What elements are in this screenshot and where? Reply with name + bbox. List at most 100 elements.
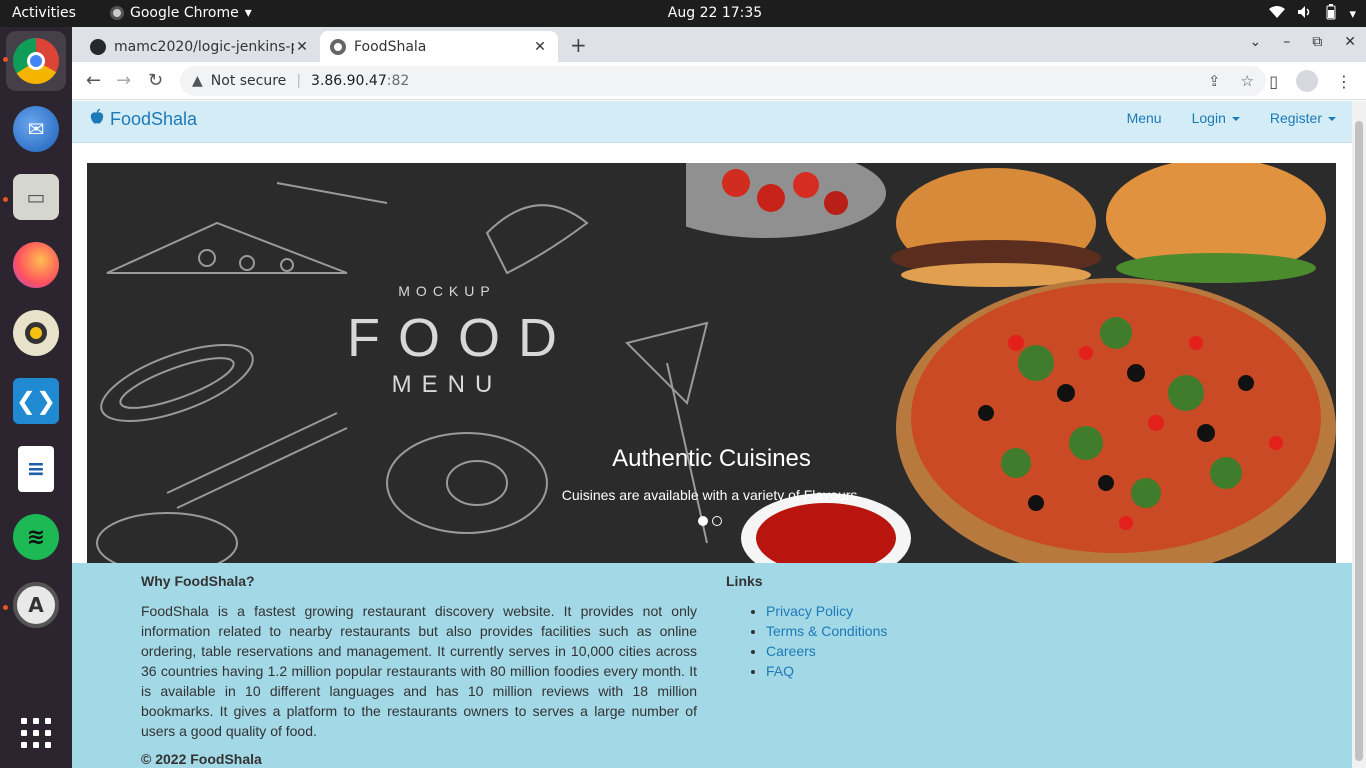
mockup-food: FOOD [347, 308, 575, 368]
minimize-button[interactable]: – [1283, 34, 1290, 50]
dock-spotify[interactable]: ≋ [6, 507, 66, 567]
nav-register-label: Register [1269, 110, 1322, 126]
caret-down-icon [1231, 117, 1240, 122]
firefox-icon [13, 242, 59, 288]
links-title: Links [726, 573, 763, 589]
list-item: Terms & Conditions [766, 621, 887, 641]
tab-title: FoodShala [354, 38, 427, 55]
writer-icon: ≡ [18, 446, 54, 492]
files-icon: ▭ [13, 174, 59, 220]
tab-search-icon[interactable]: ⌄ [1250, 34, 1262, 50]
brand-name: FoodShala [110, 109, 198, 129]
tab-foodshala[interactable]: FoodShala ✕ [320, 31, 558, 62]
carousel-heading: Authentic Cuisines [612, 445, 811, 472]
why-title: Why FoodShala? [141, 573, 255, 589]
why-text: FoodShala is a fastest growing restauran… [141, 603, 697, 739]
vscode-icon: ❮❯ [13, 378, 59, 424]
dock-firefox[interactable] [6, 235, 66, 295]
share-icon[interactable]: ⇪ [1208, 72, 1221, 90]
carousel-dot-2[interactable] [712, 516, 722, 526]
dock-thunderbird[interactable]: ✉ [6, 99, 66, 159]
apps-grid-icon [21, 718, 51, 748]
back-button[interactable]: ← [86, 70, 101, 91]
footer-links-list: Privacy Policy Terms & Conditions Career… [726, 601, 887, 681]
scrollbar-thumb[interactable] [1355, 121, 1363, 761]
wifi-icon [1269, 5, 1286, 23]
divider: | [296, 73, 302, 89]
close-window-button[interactable]: ✕ [1344, 34, 1356, 50]
spotify-icon: ≋ [13, 514, 59, 560]
reload-button[interactable]: ↻ [148, 70, 163, 91]
why-section: Why FoodShala? FoodShala is a fastest gr… [141, 573, 697, 741]
github-icon [90, 38, 106, 55]
site-nav-links: Menu Login Register [1127, 110, 1336, 126]
nav-login-dropdown[interactable]: Login [1192, 110, 1240, 126]
page-viewport: FoodShala Menu Login Register MOCKUP FOO… [72, 101, 1352, 768]
system-tray[interactable]: ▾ [1269, 4, 1356, 24]
carousel-dot-1[interactable] [698, 516, 708, 526]
nav-login-label: Login [1191, 110, 1226, 126]
globe-icon [330, 38, 346, 55]
dock-files[interactable]: ▭ [6, 167, 66, 227]
software-center-icon: A [13, 582, 59, 628]
close-icon[interactable]: ✕ [532, 39, 548, 55]
profile-avatar[interactable] [1296, 70, 1318, 92]
carousel-text: Cuisines are available with a variety of… [561, 487, 862, 503]
privacy-policy-link[interactable]: Privacy Policy [766, 603, 853, 619]
copyright: © 2022 FoodShala [141, 751, 262, 767]
dock-software[interactable]: A [6, 575, 66, 635]
rhythmbox-icon [13, 310, 59, 356]
dock: ✉ ▭ ❮❯ ≡ ≋ A [0, 27, 72, 768]
chrome-icon [13, 38, 59, 84]
list-item: Privacy Policy [766, 601, 887, 621]
terms-link[interactable]: Terms & Conditions [766, 623, 887, 639]
side-panel-icon[interactable]: ▯ [1269, 72, 1278, 91]
links-section: Links Privacy Policy Terms & Conditions … [726, 573, 887, 681]
dock-libreoffice-writer[interactable]: ≡ [6, 439, 66, 499]
nav-register-dropdown[interactable]: Register [1270, 110, 1336, 126]
forward-button[interactable]: → [116, 70, 131, 91]
maximize-button[interactable]: ⧉ [1312, 34, 1322, 50]
mockup-menu: MENU [391, 371, 503, 398]
site-navbar: FoodShala Menu Login Register [72, 101, 1352, 143]
faq-link[interactable]: FAQ [766, 663, 794, 679]
running-indicator [3, 605, 8, 610]
mockup-label: MOCKUP [398, 283, 496, 299]
security-label[interactable]: Not secure [211, 73, 287, 89]
tab-title: mamc2020/logic-jenkins-p [114, 38, 294, 55]
nav-menu-link[interactable]: Menu [1127, 110, 1162, 126]
caret-down-icon [1328, 117, 1336, 122]
page-scrollbar[interactable] [1352, 101, 1366, 768]
running-indicator [3, 57, 8, 62]
address-bar[interactable]: ▲ Not secure | 3.86.90.47:82 ⇪ ☆ [180, 66, 1266, 96]
dock-vscode[interactable]: ❮❯ [6, 371, 66, 431]
list-item: Careers [766, 641, 887, 661]
new-tab-button[interactable]: + [570, 33, 587, 57]
url-host: 3.86.90.47 [311, 73, 387, 89]
apple-icon [90, 108, 104, 130]
dock-chrome[interactable] [6, 31, 66, 91]
browser-toolbar: ← → ↻ ▲ Not secure | 3.86.90.47:82 ⇪ ☆ ▯… [72, 62, 1366, 100]
bookmark-star-icon[interactable]: ☆ [1241, 72, 1254, 90]
pizza-burger-photo [686, 163, 1336, 563]
warning-icon[interactable]: ▲ [192, 73, 203, 89]
careers-link[interactable]: Careers [766, 643, 816, 659]
clock[interactable]: Aug 22 17:35 [0, 5, 1366, 21]
battery-icon [1325, 4, 1337, 24]
site-footer: Why FoodShala? FoodShala is a fastest gr… [72, 563, 1352, 768]
window-controls: ⌄ – ⧉ ✕ [1250, 34, 1356, 50]
browser-window: mamc2020/logic-jenkins-p ✕ FoodShala ✕ +… [72, 27, 1366, 768]
dock-rhythmbox[interactable] [6, 303, 66, 363]
list-item: FAQ [766, 661, 887, 681]
show-applications-button[interactable] [6, 703, 66, 763]
system-top-bar: Activities Google Chrome ▾ Aug 22 17:35 … [0, 0, 1366, 27]
chevron-down-icon: ▾ [1349, 6, 1356, 22]
kebab-menu-icon[interactable]: ⋮ [1336, 72, 1352, 91]
url-port: :82 [386, 73, 410, 89]
tab-github[interactable]: mamc2020/logic-jenkins-p ✕ [80, 31, 320, 62]
brand-link[interactable]: FoodShala [90, 108, 198, 130]
food-menu-mockup-text: MOCKUP FOOD MENU [347, 283, 575, 399]
close-icon[interactable]: ✕ [294, 39, 310, 55]
hero-carousel[interactable]: MOCKUP FOOD MENU Authentic Cuisines Cuis… [87, 163, 1336, 563]
volume-icon [1297, 5, 1313, 23]
